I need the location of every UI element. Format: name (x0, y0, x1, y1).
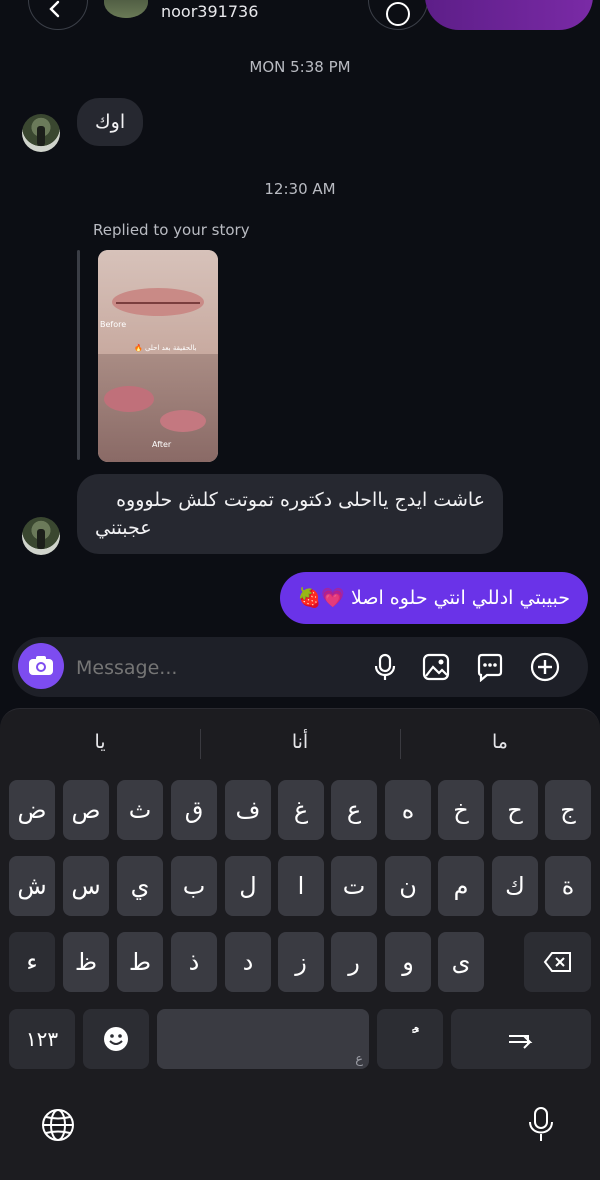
call-actions (425, 0, 593, 30)
diacritics-key[interactable]: ًٌ (377, 1009, 443, 1069)
return-key[interactable] (451, 1009, 591, 1069)
suggestion[interactable]: يا (0, 731, 200, 753)
key[interactable]: ص (63, 780, 109, 840)
key[interactable]: ث (117, 780, 163, 840)
suggestion[interactable]: أنا (200, 731, 400, 753)
message-composer (12, 637, 588, 697)
key[interactable]: ع (331, 780, 377, 840)
key[interactable]: ة (545, 856, 591, 916)
chevron-left-icon (49, 0, 60, 18)
key[interactable]: و (385, 932, 431, 992)
backspace-icon (543, 952, 571, 972)
key[interactable]: ه (385, 780, 431, 840)
incoming-message[interactable]: اوك (77, 98, 144, 146)
numbers-key[interactable]: ١٢٣ (9, 1009, 75, 1069)
key[interactable]: ط (117, 932, 163, 992)
key[interactable]: غ (278, 780, 324, 840)
emoji-icon (104, 1027, 128, 1051)
space-key[interactable]: ع (157, 1009, 369, 1069)
smiley-icon (386, 2, 410, 26)
story-overlay-text: بالحقيقة بعد احلى 🔥 (134, 344, 197, 352)
key[interactable]: د (225, 932, 271, 992)
message-line: عاشت ايدج يااحلى دكتوره تموتت كلش حلوووه (116, 489, 485, 511)
story-thumbnail[interactable]: Before بالحقيقة بعد احلى 🔥 After (98, 250, 218, 462)
dictation-microphone-icon[interactable] (526, 1105, 556, 1145)
key[interactable]: ك (492, 856, 538, 916)
suggestion[interactable]: ما (400, 731, 600, 753)
key[interactable]: ظ (63, 932, 109, 992)
key[interactable]: ذ (171, 932, 217, 992)
key[interactable]: ج (545, 780, 591, 840)
key[interactable]: ت (331, 856, 377, 916)
key[interactable]: ب (171, 856, 217, 916)
timestamp-night: 12:30 AM (264, 180, 336, 198)
back-button[interactable] (28, 0, 88, 30)
key[interactable]: ز (278, 932, 324, 992)
key[interactable]: س (63, 856, 109, 916)
header-username[interactable]: noor391736 (161, 2, 258, 21)
key[interactable]: ض (9, 780, 55, 840)
key[interactable]: ل (225, 856, 271, 916)
keyboard: يا أنا ما ض ص ث ق ف غ ع ه خ ح ج ش س ي ب … (0, 708, 600, 1180)
sender-avatar[interactable] (22, 517, 60, 555)
timestamp-monday: MON 5:38 PM (249, 58, 351, 76)
reply-indicator-bar (77, 250, 80, 460)
key[interactable]: م (438, 856, 484, 916)
globe-icon[interactable] (40, 1107, 76, 1143)
message-line: عجبتني (95, 517, 152, 539)
reply-label: Replied to your story (93, 221, 250, 239)
camera-icon (29, 656, 53, 675)
key[interactable]: ف (225, 780, 271, 840)
header-avatar[interactable] (104, 0, 148, 18)
message-input[interactable] (74, 649, 358, 687)
sender-avatar[interactable] (22, 114, 60, 152)
sticker-button[interactable] (368, 0, 428, 30)
story-after-label: After (152, 440, 172, 449)
key[interactable]: ق (171, 780, 217, 840)
camera-button[interactable] (18, 643, 64, 689)
backspace-key[interactable] (524, 932, 591, 992)
key[interactable]: ح (492, 780, 538, 840)
microphone-icon[interactable] (370, 652, 400, 682)
key[interactable]: ى (438, 932, 484, 992)
return-arrow-icon (509, 1035, 533, 1049)
story-before-label: Before (100, 320, 127, 329)
key[interactable]: ا (278, 856, 324, 916)
emoji-key[interactable] (83, 1009, 149, 1069)
gallery-icon[interactable] (421, 652, 451, 682)
incoming-message[interactable]: عاشت ايدج يااحلى دكتوره تموتت كلش حلوووه… (77, 474, 503, 554)
space-key-hint: ع (355, 1052, 363, 1067)
outgoing-message[interactable]: حبيبتي ادللي انتي حلوه اصلا 💗🍓 (279, 572, 588, 624)
plus-icon[interactable] (530, 652, 560, 682)
sticker-message-icon[interactable] (475, 652, 505, 682)
key[interactable]: ء (9, 932, 55, 992)
key[interactable]: ي (117, 856, 163, 916)
key[interactable]: ش (9, 856, 55, 916)
key[interactable]: ن (385, 856, 431, 916)
key[interactable]: خ (438, 780, 484, 840)
key[interactable]: ر (331, 932, 377, 992)
